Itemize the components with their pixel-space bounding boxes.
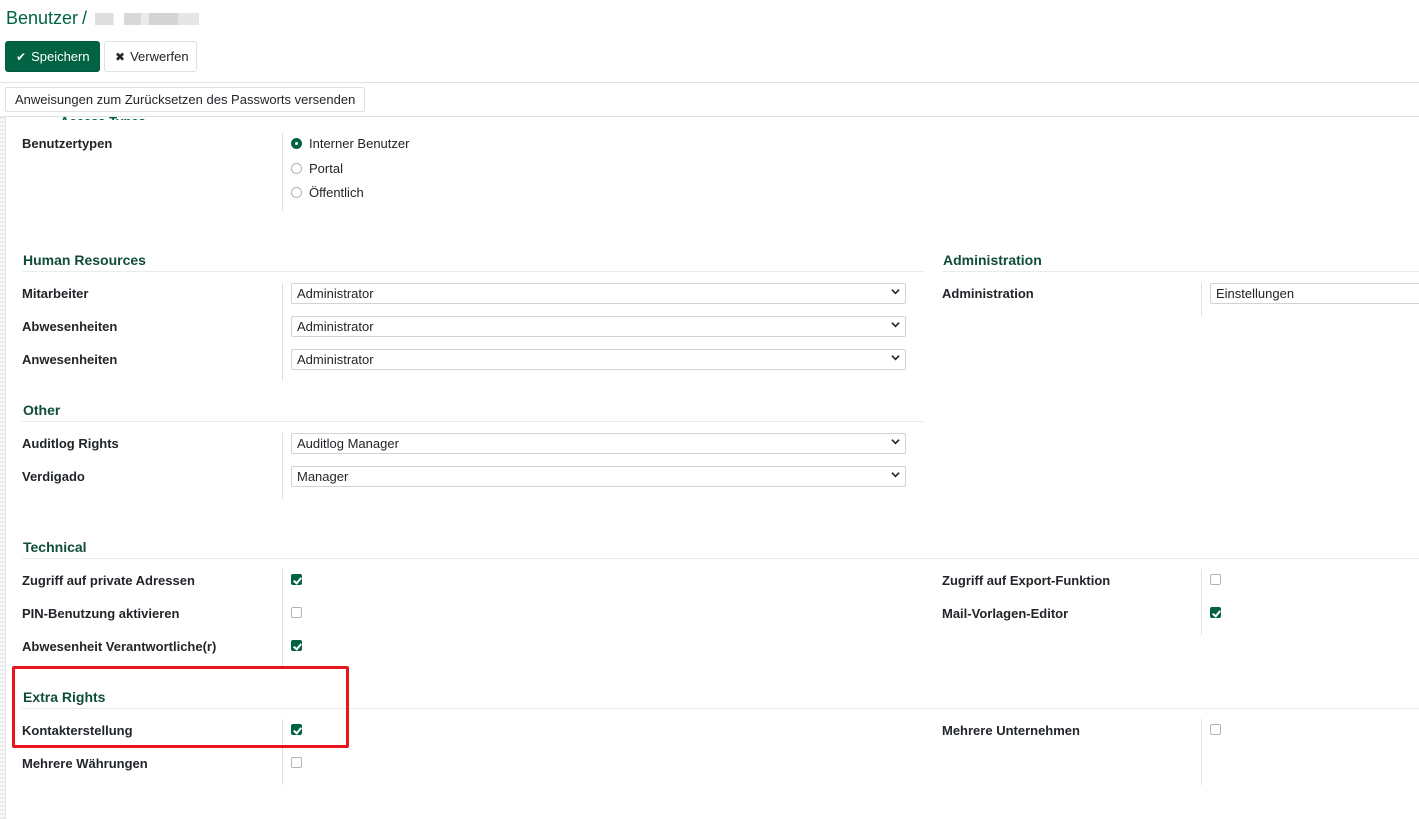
- save-button[interactable]: ✔ Speichern: [5, 41, 100, 72]
- form-sheet: Access Types Benutzertypen Interner Benu…: [0, 114, 1419, 819]
- checkbox-absence-manager[interactable]: [291, 640, 302, 651]
- save-button-label: Speichern: [31, 49, 90, 64]
- section-title-administration: Administration: [943, 252, 1042, 268]
- select-value: Administrator: [297, 286, 374, 301]
- checkbox-export-access[interactable]: [1210, 574, 1221, 585]
- field-divider: [282, 433, 283, 499]
- chevron-down-icon: [891, 289, 900, 295]
- breadcrumb-current-redacted: [95, 12, 200, 25]
- checkbox-multi-currencies[interactable]: [291, 757, 302, 768]
- checkbox-mail-template-editor[interactable]: [1210, 607, 1221, 618]
- select-value: Auditlog Manager: [297, 436, 399, 451]
- field-divider: [1201, 569, 1202, 635]
- chevron-down-icon: [891, 322, 900, 328]
- field-label-attendances: Anwesenheiten: [22, 352, 118, 367]
- field-divider: [282, 569, 283, 667]
- section-title-other: Other: [23, 402, 61, 418]
- section-separator: [22, 558, 1419, 559]
- chevron-down-icon: [891, 355, 900, 361]
- field-label-export-access: Zugriff auf Export-Funktion: [942, 573, 1111, 588]
- radio-checked-icon: [291, 138, 302, 149]
- field-label-administration: Administration: [942, 286, 1034, 301]
- radio-public[interactable]: Öffentlich: [291, 185, 364, 200]
- radio-unchecked-icon: [291, 163, 302, 174]
- field-divider: [282, 283, 283, 381]
- checkbox-contact-creation[interactable]: [291, 724, 302, 735]
- select-absences[interactable]: Administrator: [291, 316, 906, 337]
- field-label-multi-companies: Mehrere Unternehmen: [942, 723, 1080, 738]
- radio-label: Portal: [309, 161, 343, 176]
- radio-internal-user[interactable]: Interner Benutzer: [291, 136, 409, 151]
- radio-unchecked-icon: [291, 187, 302, 198]
- select-attendances[interactable]: Administrator: [291, 349, 906, 370]
- checkbox-private-addresses[interactable]: [291, 574, 302, 585]
- user-type-label: Benutzertypen: [22, 136, 113, 151]
- field-label-pin-usage: PIN-Benutzung aktivieren: [22, 606, 180, 621]
- section-separator: [22, 708, 1419, 709]
- field-label-private-addresses: Zugriff auf private Adressen: [22, 573, 195, 588]
- select-employees[interactable]: Administrator: [291, 283, 906, 304]
- select-verdigado[interactable]: Manager: [291, 466, 906, 487]
- select-value: Administrator: [297, 352, 374, 367]
- section-separator: [22, 421, 924, 422]
- field-label-absences: Abwesenheiten: [22, 319, 118, 334]
- reset-password-button[interactable]: Anweisungen zum Zurücksetzen des Passwor…: [5, 87, 366, 112]
- field-divider: [1201, 719, 1202, 785]
- radio-label: Interner Benutzer: [309, 136, 410, 151]
- radio-label: Öffentlich: [309, 185, 364, 200]
- cutoff-heading: Access Types: [60, 114, 146, 120]
- field-divider: [1201, 283, 1202, 316]
- section-title-human-resources: Human Resources: [23, 252, 146, 268]
- checkbox-pin-usage[interactable]: [291, 607, 302, 618]
- select-value: Manager: [297, 469, 349, 484]
- discard-button[interactable]: ✖ Verwerfen: [104, 41, 197, 72]
- chevron-down-icon: [891, 472, 900, 478]
- breadcrumb: Benutzer /: [6, 8, 200, 29]
- field-label-verdigado: Verdigado: [22, 469, 85, 484]
- close-icon: ✖: [115, 49, 126, 64]
- section-title-extra-rights: Extra Rights: [23, 689, 106, 705]
- control-panel: Benutzer / ✔ Speichern ✖ Verwerfen: [0, 0, 1419, 83]
- field-label-absence-manager: Abwesenheit Verantwortliche(r): [22, 639, 217, 654]
- chevron-down-icon: [891, 439, 900, 445]
- field-divider: [282, 719, 283, 785]
- field-label-auditlog-rights: Auditlog Rights: [22, 436, 119, 451]
- check-icon: ✔: [16, 49, 27, 64]
- select-auditlog-rights[interactable]: Auditlog Manager: [291, 433, 906, 454]
- select-value: Administrator: [297, 319, 374, 334]
- field-label-mail-template-editor: Mail-Vorlagen-Editor: [942, 606, 1069, 621]
- radio-portal[interactable]: Portal: [291, 161, 343, 176]
- checkbox-multi-companies[interactable]: [1210, 724, 1221, 735]
- field-label-employees: Mitarbeiter: [22, 286, 89, 301]
- select-value: Einstellungen: [1216, 286, 1295, 301]
- breadcrumb-separator: /: [82, 8, 88, 28]
- select-administration[interactable]: Einstellungen: [1210, 283, 1419, 304]
- field-label-contact-creation: Kontakterstellung: [22, 723, 133, 738]
- discard-button-label: Verwerfen: [130, 49, 189, 64]
- section-separator: [22, 271, 924, 272]
- field-label-multi-currencies: Mehrere Währungen: [22, 756, 148, 771]
- form-statusbar: Anweisungen zum Zurücksetzen des Passwor…: [0, 83, 1419, 117]
- breadcrumb-parent[interactable]: Benutzer: [6, 8, 78, 29]
- section-separator: [942, 271, 1419, 272]
- section-title-technical: Technical: [23, 539, 87, 555]
- field-divider: [282, 133, 283, 211]
